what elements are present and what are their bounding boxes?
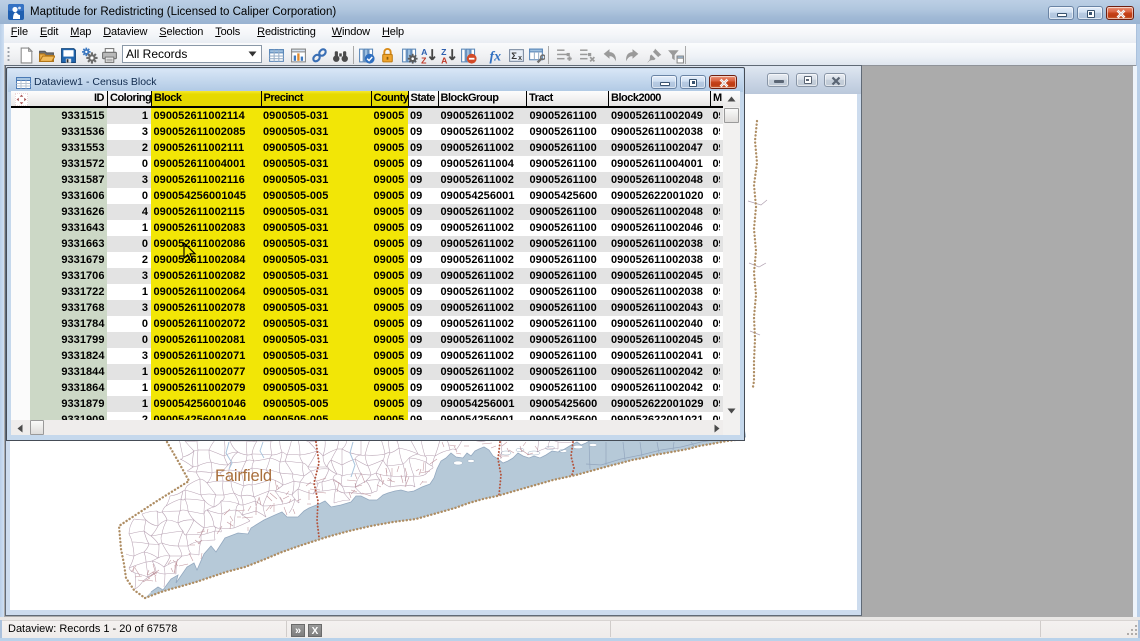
svg-text:Σ: Σ <box>511 51 517 62</box>
svg-text:Fairfield: Fairfield <box>215 467 272 485</box>
svg-text:fx: fx <box>489 48 501 63</box>
svg-text:x: x <box>518 55 522 62</box>
svg-text:A: A <box>441 55 448 64</box>
svg-text:Z: Z <box>421 55 427 64</box>
